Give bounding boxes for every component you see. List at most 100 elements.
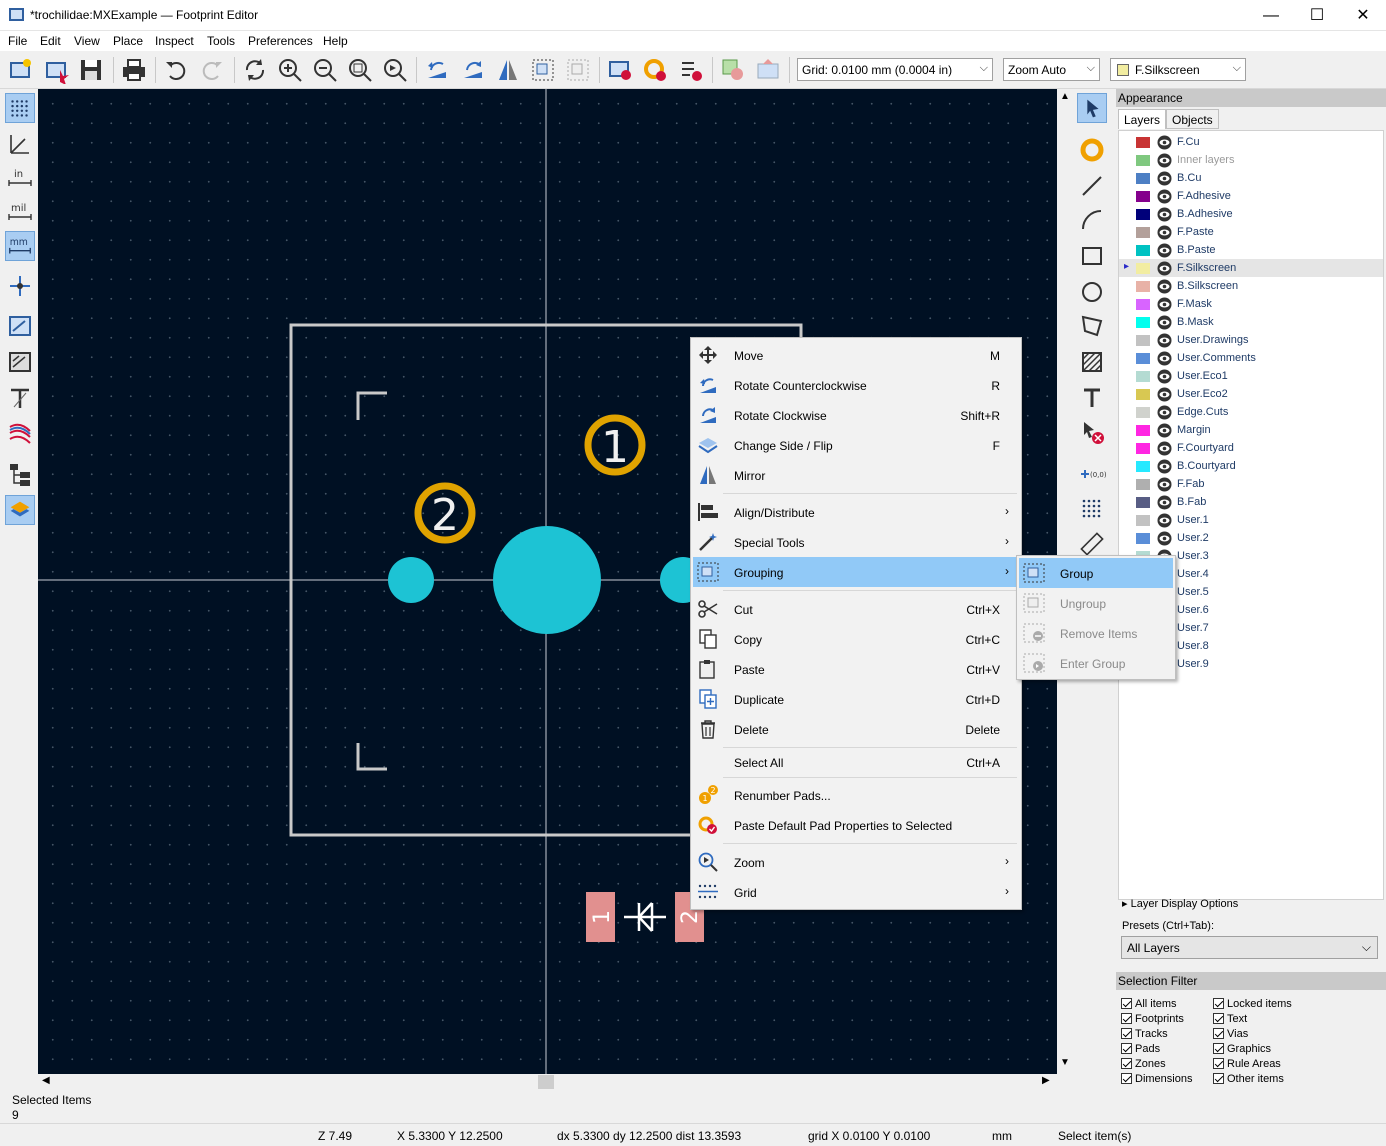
menu-item-copy[interactable]: Copy Ctrl+C: [693, 624, 1019, 654]
zoom-select[interactable]: Zoom Auto ⌵: [1003, 58, 1100, 81]
menu-preferences[interactable]: Preferences: [248, 34, 313, 48]
horizontal-scrollbar[interactable]: ◀ ▶: [38, 1074, 1057, 1090]
footprint-tree-icon[interactable]: [5, 459, 35, 489]
layer-select[interactable]: F.Silkscreen ⌵: [1110, 58, 1246, 81]
set-origin-icon[interactable]: (0,0): [1077, 459, 1107, 489]
menu-item-select-all[interactable]: Select All Ctrl+A: [693, 747, 1019, 777]
text-outline-icon[interactable]: [5, 383, 35, 413]
layer-color-swatch[interactable]: [1136, 245, 1150, 256]
layer-row-user-drawings[interactable]: User.Drawings: [1119, 331, 1383, 349]
filter-dimensions[interactable]: Dimensions: [1121, 1073, 1192, 1085]
delete-tool-icon[interactable]: [1077, 417, 1107, 447]
group-icon[interactable]: [529, 56, 557, 84]
filter-rule-areas[interactable]: Rule Areas: [1213, 1058, 1281, 1070]
eye-icon[interactable]: [1157, 333, 1172, 348]
layer-color-swatch[interactable]: [1136, 407, 1150, 418]
eye-icon[interactable]: [1157, 531, 1172, 546]
eye-icon[interactable]: [1157, 297, 1172, 312]
eye-icon[interactable]: [1157, 315, 1172, 330]
scroll-left-icon[interactable]: ◀: [42, 1075, 50, 1086]
redo-icon[interactable]: [198, 56, 226, 84]
zoom-selection-icon[interactable]: [381, 56, 409, 84]
draw-polygon-icon[interactable]: [1077, 311, 1107, 341]
layer-row-margin[interactable]: Margin: [1119, 421, 1383, 439]
menu-item-special-tools[interactable]: Special Tools ›: [693, 527, 1019, 557]
zoom-out-icon[interactable]: [311, 56, 339, 84]
menu-item-rotate-cw[interactable]: Rotate Clockwise Shift+R: [693, 400, 1019, 430]
mil-units-icon[interactable]: mil: [5, 197, 35, 227]
draw-circle-icon[interactable]: [1077, 277, 1107, 307]
filter-all-items[interactable]: All items: [1121, 998, 1177, 1010]
eye-icon[interactable]: [1157, 261, 1172, 276]
polar-coords-icon[interactable]: [5, 129, 35, 159]
draw-rectangle-icon[interactable]: [1077, 241, 1107, 271]
layer-row-edge-cuts[interactable]: Edge.Cuts: [1119, 403, 1383, 421]
eye-icon[interactable]: [1157, 495, 1172, 510]
eye-icon[interactable]: [1157, 153, 1172, 168]
menu-help[interactable]: Help: [323, 34, 348, 48]
layer-color-swatch[interactable]: [1136, 443, 1150, 454]
filter-tracks[interactable]: Tracks: [1121, 1028, 1168, 1040]
eye-icon[interactable]: [1157, 423, 1172, 438]
scroll-up-icon[interactable]: ▲: [1060, 91, 1070, 102]
layer-row-b-paste[interactable]: B.Paste: [1119, 241, 1383, 259]
eye-icon[interactable]: [1157, 477, 1172, 492]
filter-zones[interactable]: Zones: [1121, 1058, 1166, 1070]
layer-color-swatch[interactable]: [1136, 155, 1150, 166]
menu-item-grid[interactable]: Grid ›: [693, 877, 1019, 907]
draw-line-icon[interactable]: [1077, 171, 1107, 201]
layer-row-f-paste[interactable]: F.Paste: [1119, 223, 1383, 241]
layer-row-user-eco2[interactable]: User.Eco2: [1119, 385, 1383, 403]
menu-item-renumber-pads[interactable]: 12 Renumber Pads...: [693, 780, 1019, 810]
layer-row-user-comments[interactable]: User.Comments: [1119, 349, 1383, 367]
layer-row-inner-layers[interactable]: Inner layers: [1119, 151, 1383, 169]
layer-color-swatch[interactable]: [1136, 263, 1150, 274]
eye-icon[interactable]: [1157, 459, 1172, 474]
layers-manager-icon[interactable]: [5, 495, 35, 525]
eye-icon[interactable]: [1157, 171, 1172, 186]
filter-text[interactable]: Text: [1213, 1013, 1247, 1025]
menu-item-move[interactable]: Move M: [693, 340, 1019, 370]
layer-row-f-fab[interactable]: F.Fab: [1119, 475, 1383, 493]
grid-dots-icon[interactable]: [5, 93, 35, 123]
save-icon[interactable]: [77, 56, 105, 84]
layer-display-options[interactable]: ▸ Layer Display Options: [1122, 897, 1238, 910]
layer-color-swatch[interactable]: [1136, 281, 1150, 292]
new-footprint-icon[interactable]: [6, 56, 34, 84]
menu-item-rotate-ccw[interactable]: Rotate Counterclockwise R: [693, 370, 1019, 400]
scroll-right-icon[interactable]: ▶: [1042, 1075, 1050, 1086]
layer-color-swatch[interactable]: [1136, 515, 1150, 526]
menu-item-flip[interactable]: Change Side / Flip F: [693, 430, 1019, 460]
menu-item-delete[interactable]: Delete Delete: [693, 714, 1019, 744]
mm-units-icon[interactable]: mm: [5, 231, 35, 261]
zoom-fit-icon[interactable]: [346, 56, 374, 84]
create-footprint-icon[interactable]: [42, 56, 70, 84]
eye-icon[interactable]: [1157, 279, 1172, 294]
scroll-thumb[interactable]: [538, 1075, 554, 1089]
menu-file[interactable]: File: [8, 34, 27, 48]
menu-item-cut[interactable]: Cut Ctrl+X: [693, 594, 1019, 624]
menu-item-paste-pad-properties[interactable]: Paste Default Pad Properties to Selected: [693, 810, 1019, 840]
layer-color-swatch[interactable]: [1136, 353, 1150, 364]
menu-item-grouping[interactable]: Grouping ›: [693, 557, 1019, 587]
layer-color-swatch[interactable]: [1136, 173, 1150, 184]
layer-color-swatch[interactable]: [1136, 317, 1150, 328]
layer-row-b-fab[interactable]: B.Fab: [1119, 493, 1383, 511]
inch-units-icon[interactable]: in: [5, 163, 35, 193]
zoom-in-icon[interactable]: [276, 56, 304, 84]
filter-graphics[interactable]: Graphics: [1213, 1043, 1271, 1055]
filter-footprints[interactable]: Footprints: [1121, 1013, 1184, 1025]
maximize-button[interactable]: ☐: [1294, 0, 1340, 31]
drc-icon[interactable]: [677, 56, 705, 84]
presets-select[interactable]: All Layers ⌵: [1121, 936, 1378, 959]
undo-icon[interactable]: [162, 56, 190, 84]
layer-row-f-mask[interactable]: F.Mask: [1119, 295, 1383, 313]
pad-outline-icon[interactable]: [5, 311, 35, 341]
menu-item-group[interactable]: Group: [1019, 558, 1173, 588]
menu-item-zoom[interactable]: Zoom ›: [693, 847, 1019, 877]
eye-icon[interactable]: [1157, 189, 1172, 204]
rotate-cw-icon[interactable]: [459, 56, 487, 84]
grid-origin-icon[interactable]: [1077, 493, 1107, 523]
footprint-properties-icon[interactable]: [606, 56, 634, 84]
layer-color-swatch[interactable]: [1136, 371, 1150, 382]
